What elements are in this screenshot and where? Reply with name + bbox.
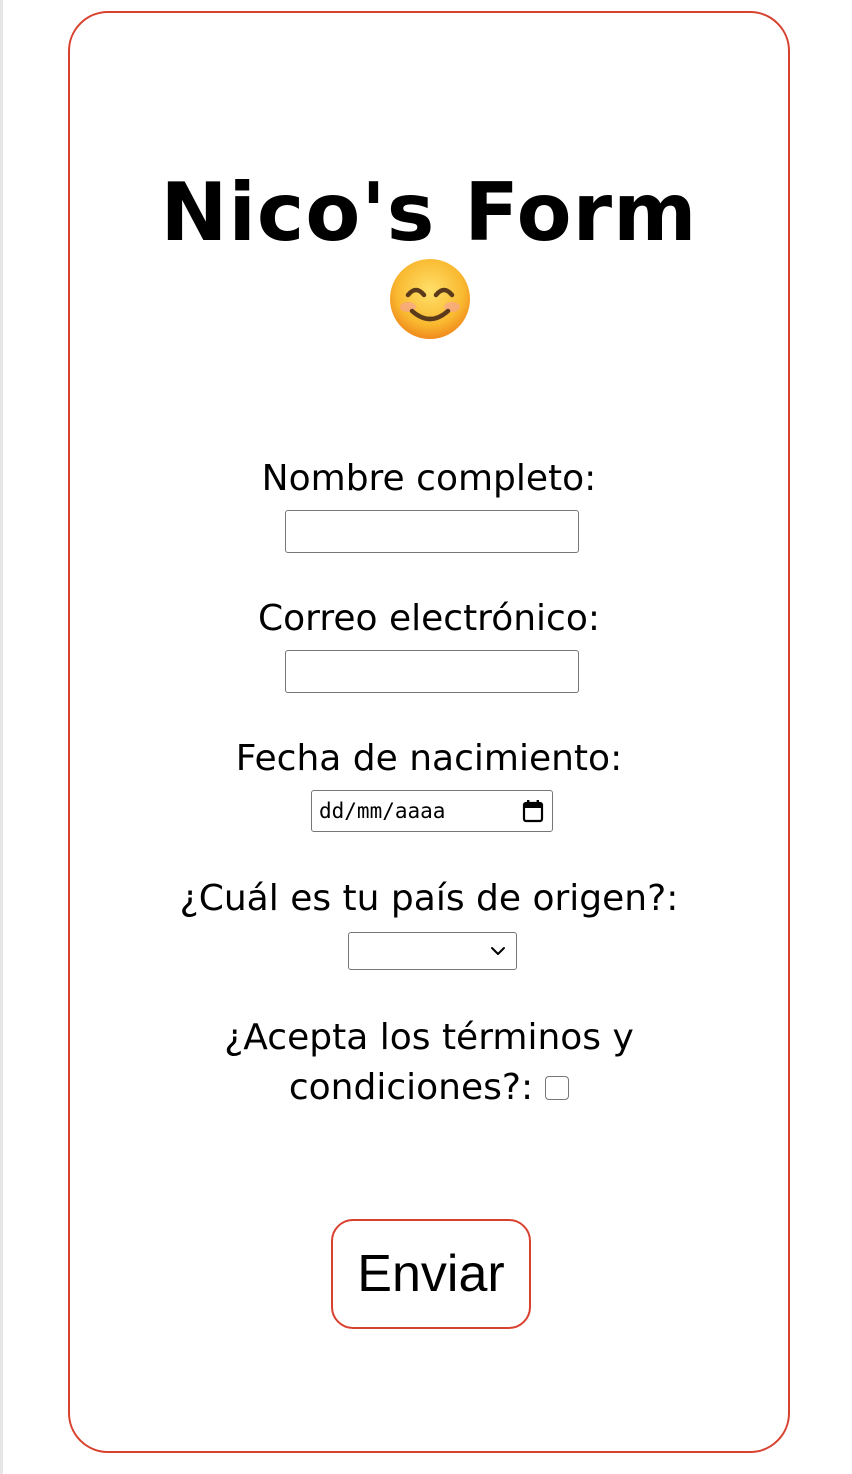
terms-label-line-2-wrapper: condiciones?: [70,1063,788,1113]
birth-date-label: Fecha de nacimiento: [235,738,623,779]
email-label: Correo electrónico: [258,598,600,639]
smiling-face-icon [390,259,470,339]
form-card: Nico's Form Nombre completo: Correo elec… [68,11,790,1453]
chevron-down-icon [491,947,505,955]
terms-checkbox[interactable] [545,1076,570,1100]
submit-button[interactable]: Enviar [331,1219,531,1329]
birth-date-input[interactable]: dd/mm/aaaa [311,790,553,832]
terms-label-line-1: ¿Acepta los términos y [224,1017,634,1058]
page-left-edge [0,0,3,1474]
birth-date-placeholder: dd/mm/aaaa [319,799,446,823]
full-name-input[interactable] [285,510,579,553]
terms-row: ¿Acepta los términos y condiciones?: [70,1013,788,1113]
country-label: ¿Cuál es tu país de origen?: [179,878,679,919]
terms-label-line-2: condiciones?: [288,1067,534,1108]
full-name-label: Nombre completo: [261,458,597,499]
email-input[interactable] [285,650,579,693]
calendar-icon[interactable] [522,799,544,823]
form-title: Nico's Form [160,166,698,259]
country-select[interactable] [348,932,517,970]
